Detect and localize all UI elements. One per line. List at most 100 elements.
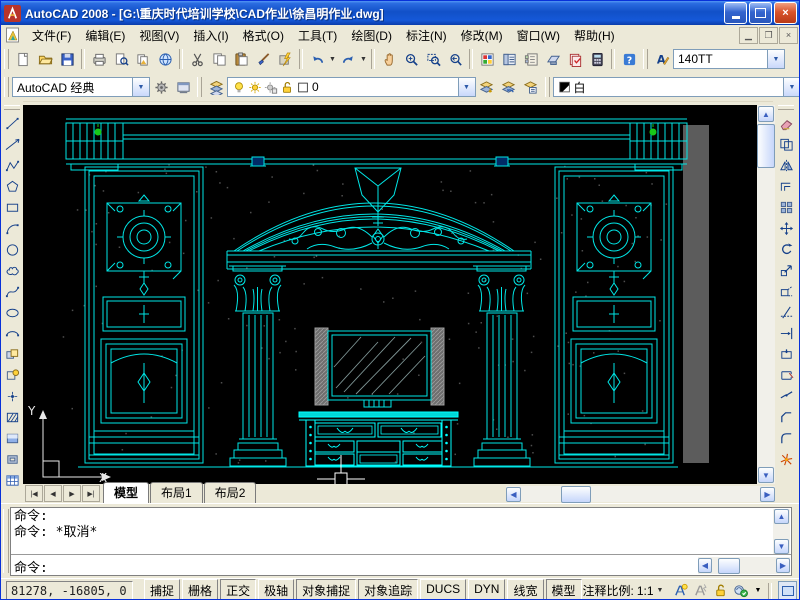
- mdi-minimize-button[interactable]: ▁: [739, 27, 758, 44]
- scroll-left-icon[interactable]: ◀: [698, 558, 712, 573]
- toggle-osnap-button[interactable]: 对象捕捉: [296, 579, 356, 600]
- layer-color-swatch-icon[interactable]: [296, 80, 310, 94]
- arc-button[interactable]: [2, 219, 22, 239]
- menu-item-0[interactable]: 文件(F): [25, 25, 78, 46]
- copy-clip-button[interactable]: [208, 48, 230, 70]
- my-workspace-button[interactable]: [172, 76, 194, 98]
- undo-dropdown-button[interactable]: ▼: [328, 48, 337, 70]
- spline-button[interactable]: [2, 282, 22, 302]
- workspace-combo[interactable]: AutoCAD 经典 ▼: [12, 77, 150, 97]
- help-button[interactable]: ?: [618, 48, 640, 70]
- layer-properties-button[interactable]: [205, 76, 227, 98]
- toolbar-grip[interactable]: [4, 77, 9, 97]
- undo-button[interactable]: [306, 48, 328, 70]
- toggle-lwt-button[interactable]: 线宽: [507, 579, 543, 600]
- layer-vp-sun-icon[interactable]: [264, 80, 278, 94]
- layer-states-manager-button[interactable]: [520, 76, 542, 98]
- toggle-model-button[interactable]: 模型: [546, 579, 582, 600]
- make-object-layer-current-button[interactable]: [476, 76, 498, 98]
- menu-item-4[interactable]: 格式(O): [236, 25, 291, 46]
- tab-nav-prev-button[interactable]: ◀: [44, 485, 62, 502]
- annotation-autoscale-icon[interactable]: [693, 583, 709, 599]
- publish-button[interactable]: [132, 48, 154, 70]
- circle-button[interactable]: [2, 240, 22, 260]
- mdi-close-button[interactable]: ×: [779, 27, 798, 44]
- drawing-canvas[interactable]: Y X: [23, 105, 757, 484]
- save-button[interactable]: [56, 48, 78, 70]
- menu-item-3[interactable]: 插入(I): [186, 25, 235, 46]
- command-splitter[interactable]: [11, 554, 791, 555]
- join-button[interactable]: [776, 387, 796, 407]
- 3d-dwf-button[interactable]: [154, 48, 176, 70]
- menu-item-9[interactable]: 窗口(W): [510, 25, 567, 46]
- break-button[interactable]: [776, 366, 796, 386]
- rectangle-button[interactable]: [2, 198, 22, 218]
- construction-line-button[interactable]: [2, 135, 22, 155]
- scroll-left-icon[interactable]: ◀: [506, 487, 521, 502]
- chevron-down-icon[interactable]: ▼: [657, 587, 664, 594]
- close-button[interactable]: ×: [774, 2, 797, 24]
- tab-layout1[interactable]: 布局1: [150, 482, 203, 503]
- block-editor-button[interactable]: [274, 48, 296, 70]
- trim-button[interactable]: [776, 303, 796, 323]
- zoom-realtime-button[interactable]: [400, 48, 422, 70]
- text-style-combo[interactable]: 140TT ▼: [673, 49, 785, 69]
- zoom-previous-button[interactable]: [444, 48, 466, 70]
- chevron-down-icon[interactable]: ▼: [767, 50, 784, 68]
- new-button[interactable]: [12, 48, 34, 70]
- fillet-button[interactable]: [776, 429, 796, 449]
- mirror-button[interactable]: [776, 156, 796, 176]
- command-horizontal-scrollbar[interactable]: ◀ ▶: [698, 557, 790, 574]
- designcenter-button[interactable]: [498, 48, 520, 70]
- insert-block-button[interactable]: [2, 345, 22, 365]
- explode-button[interactable]: [776, 450, 796, 470]
- point-button[interactable]: [2, 387, 22, 407]
- region-button[interactable]: [2, 450, 22, 470]
- toolbar-grip[interactable]: [545, 77, 550, 97]
- annotation-visibility-icon[interactable]: [673, 583, 689, 599]
- menu-item-7[interactable]: 标注(N): [399, 25, 454, 46]
- stretch-button[interactable]: [776, 282, 796, 302]
- layer-on-bulb-icon[interactable]: [232, 80, 246, 94]
- scroll-thumb[interactable]: [561, 486, 591, 503]
- chevron-down-icon[interactable]: ▼: [458, 78, 475, 96]
- pan-button[interactable]: [378, 48, 400, 70]
- menu-item-2[interactable]: 视图(V): [132, 25, 186, 46]
- paste-button[interactable]: [230, 48, 252, 70]
- polyline-button[interactable]: [2, 156, 22, 176]
- toggle-snap-button[interactable]: 捕捉: [144, 579, 180, 600]
- scroll-right-icon[interactable]: ▶: [760, 487, 775, 502]
- toolbar-lock-icon[interactable]: [713, 583, 729, 599]
- hatch-button[interactable]: [2, 408, 22, 428]
- toggle-ortho-button[interactable]: 正交: [220, 579, 256, 600]
- menu-item-6[interactable]: 绘图(D): [344, 25, 399, 46]
- layer-thaw-sun-icon[interactable]: [248, 80, 262, 94]
- canvas-horizontal-scrollbar[interactable]: ◀ ▶: [506, 486, 775, 502]
- scroll-down-icon[interactable]: ▼: [774, 539, 789, 554]
- annotation-scale-control[interactable]: 注释比例: 1:1 ▼: [583, 582, 664, 599]
- command-text-area[interactable]: 命令: 命令: *取消* 命令: ▲ ▼ ◀ ▶: [10, 507, 792, 576]
- scroll-up-icon[interactable]: ▲: [774, 509, 789, 524]
- tab-nav-last-button[interactable]: ▶|: [82, 485, 100, 502]
- toolbar-grip[interactable]: [778, 105, 794, 110]
- restore-button[interactable]: [749, 2, 772, 24]
- table-button[interactable]: [2, 471, 22, 491]
- command-vertical-scrollbar[interactable]: ▲ ▼: [773, 509, 790, 554]
- ellipse-arc-button[interactable]: [2, 324, 22, 344]
- break-at-point-button[interactable]: [776, 345, 796, 365]
- comm-center-icon[interactable]: [733, 583, 749, 599]
- clean-screen-button[interactable]: [778, 581, 797, 600]
- chamfer-button[interactable]: [776, 408, 796, 428]
- text-style-button[interactable]: A: [651, 48, 673, 70]
- scale-button[interactable]: [776, 261, 796, 281]
- toggle-ducs-button[interactable]: DUCS: [420, 579, 466, 600]
- color-combo[interactable]: 白 ▼: [553, 77, 800, 97]
- revision-cloud-button[interactable]: [2, 261, 22, 281]
- ellipse-button[interactable]: [2, 303, 22, 323]
- markup-set-manager-button[interactable]: [564, 48, 586, 70]
- toolbar-grip[interactable]: [4, 105, 20, 110]
- workspace-settings-button[interactable]: [150, 76, 172, 98]
- scroll-up-icon[interactable]: ▲: [758, 106, 774, 122]
- command-prompt[interactable]: 命令:: [14, 557, 48, 576]
- cut-button[interactable]: [186, 48, 208, 70]
